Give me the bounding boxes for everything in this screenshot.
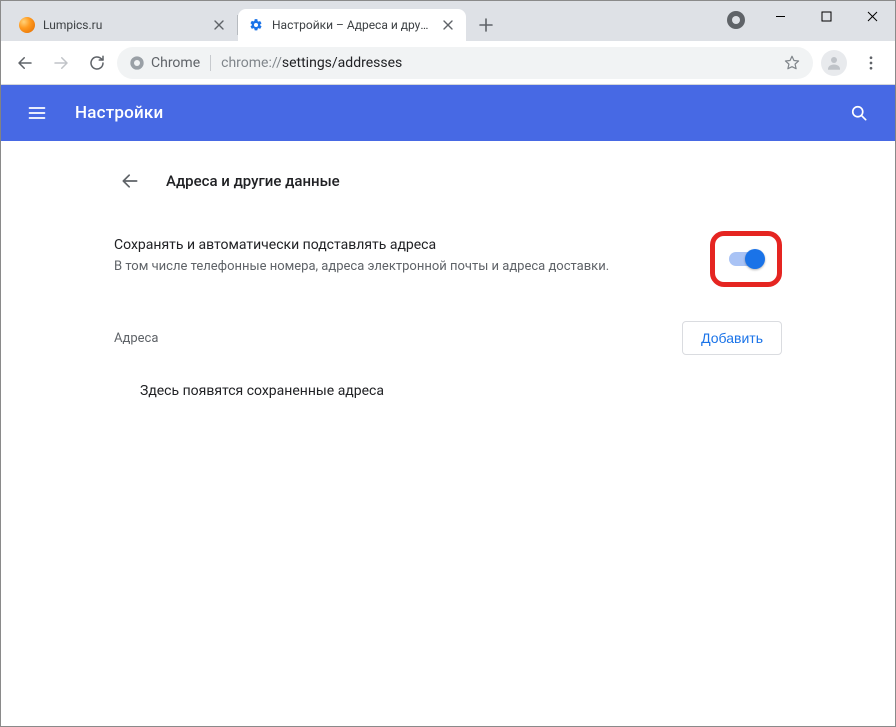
setting-primary-label: Сохранять и автоматически подставлять ад… <box>114 237 609 253</box>
site-identity-chip[interactable]: Chrome <box>129 55 200 71</box>
subpage-header: Адреса и другие данные <box>108 163 788 213</box>
window-close-button[interactable] <box>849 1 895 31</box>
settings-app-title: Настройки <box>75 103 163 123</box>
omnibox-url: chrome://settings/addresses <box>221 55 402 71</box>
window-titlebar: Lumpics.ru Настройки – Адреса и другие д <box>1 1 895 41</box>
setting-text: Сохранять и автоматически подставлять ад… <box>114 237 609 274</box>
settings-search-button[interactable] <box>839 93 879 133</box>
browser-toolbar: Chrome chrome://settings/addresses <box>1 41 895 85</box>
tab-lumpics[interactable]: Lumpics.ru <box>9 9 237 41</box>
chrome-logo-icon <box>129 55 145 71</box>
tab-close-icon[interactable] <box>211 17 227 33</box>
autofill-addresses-toggle[interactable] <box>729 252 763 266</box>
profile-avatar-button[interactable] <box>821 50 847 76</box>
lumpics-favicon <box>19 17 35 33</box>
toggle-knob <box>745 249 765 269</box>
settings-content: Адреса и другие данные Сохранять и автом… <box>1 141 895 726</box>
callout-highlight <box>710 231 782 287</box>
tab-strip: Lumpics.ru Настройки – Адреса и другие д <box>1 1 506 41</box>
add-address-button[interactable]: Добавить <box>682 321 782 355</box>
addresses-header-row: Адреса Добавить <box>108 309 788 361</box>
gear-icon <box>248 17 264 33</box>
window-minimize-button[interactable] <box>757 1 803 31</box>
nav-reload-button[interactable] <box>81 47 113 79</box>
addresses-empty-message: Здесь появятся сохраненные адреса <box>108 361 788 405</box>
omnibox[interactable]: Chrome chrome://settings/addresses <box>117 47 813 79</box>
window-maximize-button[interactable] <box>803 1 849 31</box>
window-controls <box>757 1 895 31</box>
addresses-section-label: Адреса <box>114 331 158 346</box>
bookmark-star-icon[interactable] <box>783 54 801 72</box>
settings-app-header: Настройки <box>1 85 895 141</box>
autofill-addresses-setting: Сохранять и автоматически подставлять ад… <box>108 213 788 309</box>
tab-close-icon[interactable] <box>440 17 456 33</box>
subpage-back-button[interactable] <box>112 163 148 199</box>
tab-settings[interactable]: Настройки – Адреса и другие д <box>238 9 466 41</box>
new-tab-button[interactable] <box>472 11 500 39</box>
omnibox-divider <box>210 55 211 71</box>
hamburger-menu-button[interactable] <box>17 93 57 133</box>
nav-back-button[interactable] <box>9 47 41 79</box>
addresses-panel: Адреса и другие данные Сохранять и автом… <box>108 141 788 726</box>
profile-indicator-icon <box>727 11 745 29</box>
site-identity-label: Chrome <box>151 55 200 71</box>
tab-title: Lumpics.ru <box>43 18 203 32</box>
nav-forward-button[interactable] <box>45 47 77 79</box>
browser-menu-button[interactable] <box>855 47 887 79</box>
tab-title: Настройки – Адреса и другие д <box>272 18 432 32</box>
subpage-title: Адреса и другие данные <box>166 172 340 190</box>
setting-secondary-label: В том числе телефонные номера, адреса эл… <box>114 259 609 274</box>
